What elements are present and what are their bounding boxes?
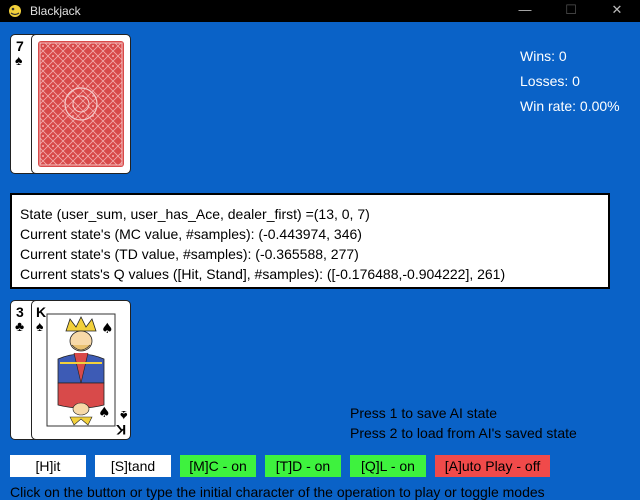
- win-rate-stat: Win rate: 0.00%: [520, 98, 620, 114]
- title-bar: Blackjack — ☐ ✕: [0, 0, 640, 22]
- td-toggle-button[interactable]: [T]D - on: [265, 455, 341, 477]
- ql-toggle-button[interactable]: [Q]L - on: [350, 455, 426, 477]
- spade-icon: ♠: [15, 52, 23, 68]
- mc-value-line: Current state's (MC value, #samples): (-…: [20, 226, 362, 242]
- dealer-card-back: [31, 34, 131, 174]
- card-back-design-icon: [39, 42, 123, 166]
- close-button[interactable]: ✕: [594, 0, 640, 22]
- svg-text:♠: ♠: [101, 321, 114, 337]
- instructions-footer: Click on the button or type the initial …: [10, 484, 545, 500]
- td-value-line: Current state's (TD value, #samples): (-…: [20, 246, 359, 262]
- player-card-2: K ♠ ♠ ♠ ♠ K: [31, 300, 131, 440]
- spade-icon-bottom: ♠: [119, 408, 127, 424]
- maximize-button[interactable]: ☐: [548, 0, 594, 22]
- auto-play-toggle-button[interactable]: [A]uto Play - off: [435, 455, 550, 477]
- python-snake-icon: [9, 5, 21, 17]
- card-back-pattern: [38, 41, 124, 167]
- minimize-button[interactable]: —: [502, 0, 548, 22]
- hit-button[interactable]: [H]it: [10, 455, 86, 477]
- svg-text:♠: ♠: [98, 405, 111, 421]
- card-rank: 7: [16, 38, 24, 54]
- card-rank-bottom: K: [115, 422, 126, 438]
- load-hint: Press 2 to load from AI's saved state: [350, 425, 577, 441]
- mc-toggle-button[interactable]: [M]C - on: [180, 455, 256, 477]
- card-rank: 3: [16, 304, 24, 320]
- spade-icon: ♠: [36, 318, 44, 334]
- state-info-panel: State (user_sum, user_has_Ace, dealer_fi…: [10, 193, 610, 289]
- club-icon: ♣: [15, 318, 25, 334]
- stand-button[interactable]: [S]tand: [95, 455, 171, 477]
- card-rank: K: [36, 304, 47, 320]
- king-portrait-icon: ♠ ♠: [46, 313, 116, 427]
- window-title: Blackjack: [30, 4, 81, 18]
- q-values-line: Current stats's Q values ([Hit, Stand], …: [20, 266, 506, 282]
- wins-stat: Wins: 0: [520, 48, 567, 64]
- state-line: State (user_sum, user_has_Ace, dealer_fi…: [20, 206, 370, 222]
- losses-stat: Losses: 0: [520, 73, 580, 89]
- save-hint: Press 1 to save AI state: [350, 405, 498, 421]
